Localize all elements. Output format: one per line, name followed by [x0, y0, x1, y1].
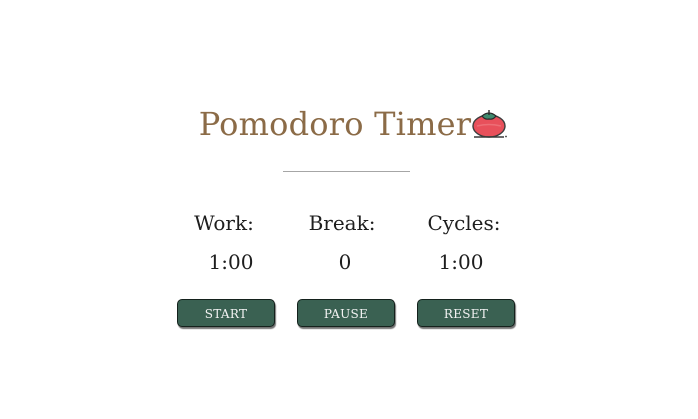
page-title: Pomodoro Timer [198, 105, 472, 143]
work-value: 1:00 [208, 250, 254, 274]
break-label: Break: [308, 211, 376, 235]
tomato-icon [472, 110, 508, 138]
work-label: Work: [194, 211, 254, 235]
cycles-label: Cycles: [427, 211, 501, 235]
title-row: Pomodoro Timer [0, 100, 698, 144]
title-divider [283, 171, 410, 172]
start-button[interactable]: START [177, 299, 275, 327]
cycles-value: 1:00 [438, 250, 484, 274]
break-value: 0 [338, 250, 352, 274]
reset-button[interactable]: RESET [417, 299, 515, 327]
pause-button[interactable]: PAUSE [297, 299, 395, 327]
